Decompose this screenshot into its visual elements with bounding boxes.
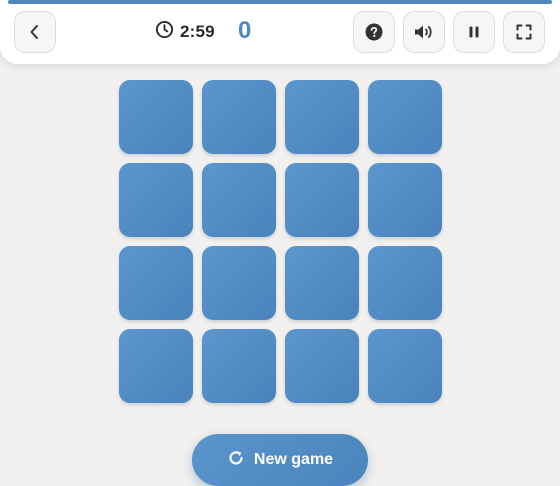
timer-value: 2:59 (180, 22, 215, 41)
memory-card[interactable] (368, 163, 442, 237)
memory-card[interactable] (285, 80, 359, 154)
fullscreen-icon (515, 23, 533, 41)
help-button[interactable] (353, 11, 395, 53)
help-icon (365, 23, 383, 41)
timer: 2:59 (155, 20, 215, 44)
score-value: 0 (238, 17, 252, 44)
chevron-left-icon (26, 23, 44, 41)
new-game-button[interactable]: New game (192, 434, 368, 486)
memory-card[interactable] (119, 80, 193, 154)
memory-board (119, 80, 442, 403)
memory-card[interactable] (368, 246, 442, 320)
sound-button[interactable] (403, 11, 445, 53)
memory-card[interactable] (119, 246, 193, 320)
memory-card[interactable] (119, 329, 193, 403)
memory-card[interactable] (202, 80, 276, 154)
fullscreen-button[interactable] (503, 11, 545, 53)
volume-icon (413, 23, 435, 41)
top-accent-bar (8, 0, 552, 4)
back-button[interactable] (14, 11, 56, 53)
pause-icon (466, 24, 482, 40)
memory-card[interactable] (285, 246, 359, 320)
memory-card[interactable] (368, 80, 442, 154)
memory-card[interactable] (202, 329, 276, 403)
game-toolbar: 2:59 0 (0, 0, 560, 64)
clock-icon (155, 20, 174, 44)
memory-card[interactable] (119, 163, 193, 237)
memory-card[interactable] (368, 329, 442, 403)
memory-card[interactable] (285, 163, 359, 237)
pause-button[interactable] (453, 11, 495, 53)
memory-card[interactable] (202, 163, 276, 237)
memory-card[interactable] (202, 246, 276, 320)
new-game-label: New game (253, 451, 334, 468)
memory-card[interactable] (285, 329, 359, 403)
game-screen: 2:59 0 New game (0, 0, 560, 486)
refresh-icon (227, 449, 245, 472)
